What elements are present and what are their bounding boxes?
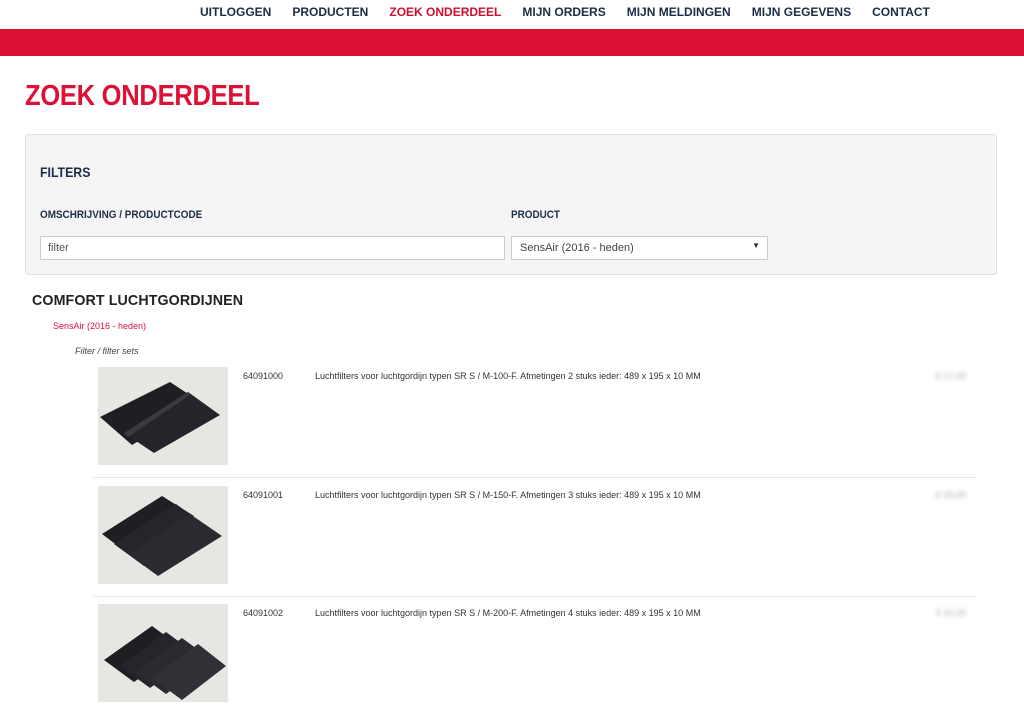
product-select-value: SensAir (2016 - heden) [520,242,634,254]
product-description: Luchtfilters voor luchtgordijn typen SR … [315,490,701,500]
product-description: Luchtfilters voor luchtgordijn typen SR … [315,608,701,618]
row-divider [93,477,976,478]
nav-item-zoek-onderdeel[interactable]: ZOEK ONDERDEEL [389,5,501,19]
filters-title: FILTERS [40,164,91,180]
product-code: 64091001 [243,490,284,500]
product-image[interactable] [98,604,228,702]
group-label: Filter / filter sets [75,346,139,356]
nav-item-uitloggen[interactable]: UITLOGGEN [200,5,271,19]
product-code: 64091000 [243,371,284,381]
product-label: PRODUCT [511,209,560,221]
nav-item-contact[interactable]: CONTACT [872,5,930,19]
product-price: € 33,00 [936,490,967,500]
caret-down-icon: ▼ [752,241,760,250]
product-price: € 42,00 [936,608,967,618]
product-description: Luchtfilters voor luchtgordijn typen SR … [315,371,701,381]
product-row[interactable]: 64091001 Luchtfilters voor luchtgordijn … [93,486,976,604]
product-select[interactable]: SensAir (2016 - heden) ▼ [511,236,768,260]
row-divider [93,596,976,597]
nav-item-mijn-gegevens[interactable]: MIJN GEGEVENS [752,5,851,19]
page-title: ZOEK ONDERDEEL [25,80,260,112]
nav-item-mijn-meldingen[interactable]: MIJN MELDINGEN [627,5,731,19]
nav-item-producten[interactable]: PRODUCTEN [292,5,368,19]
product-code: 64091002 [243,608,284,618]
product-image[interactable] [98,486,228,584]
filters-panel: FILTERS OMSCHRIJVING / PRODUCTCODE PRODU… [25,134,997,275]
product-row[interactable]: 64091002 Luchtfilters voor luchtgordijn … [93,604,976,722]
air-filter-image [98,367,228,465]
product-price: € 17,00 [936,371,967,381]
nav-item-mijn-orders[interactable]: MIJN ORDERS [522,5,605,19]
subcategory-link[interactable]: SensAir (2016 - heden) [53,321,146,331]
header-banner [0,29,1024,56]
product-row[interactable]: 64091000 Luchtfilters voor luchtgordijn … [93,367,976,485]
air-filter-image [98,604,228,702]
description-input[interactable] [40,236,505,260]
nav-menu: UITLOGGEN PRODUCTEN ZOEK ONDERDEEL MIJN … [200,5,930,19]
top-navigation: UITLOGGEN PRODUCTEN ZOEK ONDERDEEL MIJN … [0,0,1024,28]
category-heading: COMFORT LUCHTGORDIJNEN [32,292,244,309]
product-image[interactable] [98,367,228,465]
air-filter-image [98,486,228,584]
description-label: OMSCHRIJVING / PRODUCTCODE [40,209,203,221]
